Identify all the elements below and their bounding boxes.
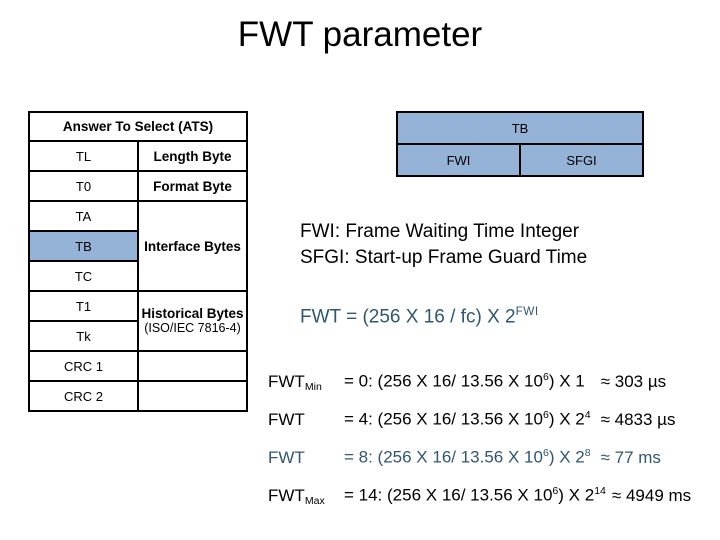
definition-fwi: FWI: Frame Waiting Time Integer (300, 221, 580, 242)
equation-body-pre: = 0: (256 X 16/ 13.56 X 10 (344, 371, 543, 391)
table-row: CRC 1 (28, 350, 248, 382)
table-row: T0 Format Byte (28, 170, 248, 202)
tb-table-header: TB (396, 111, 644, 145)
table-row: FWI SFGI (396, 143, 644, 177)
equation-body-post: ) X 2 (548, 447, 585, 467)
historical-bytes-line2: (ISO/IEC 7816-4) (144, 321, 241, 335)
table-row-header: TB (396, 111, 644, 145)
table-row: CRC 2 (28, 380, 248, 412)
equation-body-pre: = 14: (256 X 16/ 13.56 X 10 (344, 485, 553, 505)
ats-historical-bytes-cell: Historical Bytes (ISO/IEC 7816-4) (137, 290, 248, 352)
equation-subscript: Min (304, 380, 322, 393)
equation-body-pre: = 4: (256 X 16/ 13.56 X 10 (344, 409, 543, 429)
equation-body-pre: = 8: (256 X 16/ 13.56 X 10 (344, 447, 543, 467)
ats-interface-bytes-cell: Interface Bytes (137, 200, 248, 292)
definitions-block: FWI: Frame Waiting Time Integer SFGI: St… (300, 219, 587, 271)
equation-label: FWT (268, 409, 305, 429)
equation-body-post: ) X 1 (548, 371, 585, 391)
ats-row-label-tc: TC (28, 260, 139, 292)
equation-row-max: FWTMax = 14: (256 X 16/ 13.56 X 106) X 2… (268, 485, 708, 523)
ats-row-value-tl: Length Byte (137, 140, 248, 172)
table-row: T1 Historical Bytes (ISO/IEC 7816-4) (28, 290, 248, 352)
ats-row-label-t1: T1 (28, 290, 139, 322)
table-row: TA Interface Bytes (28, 200, 248, 292)
equation-name-min: FWTMin (268, 371, 344, 393)
equation-body-post: ) X 2 (548, 409, 585, 429)
equation-body-sup2: 14 (594, 485, 606, 497)
equation-result-8: ≈ 77 ms (600, 447, 661, 467)
ats-row-value-crc1 (137, 350, 248, 382)
equation-result-max: ≈ 4949 ms (611, 485, 692, 505)
ats-table-header: Answer To Select (ATS) (28, 111, 248, 142)
equation-label: FWT (268, 447, 305, 467)
tb-table: TB FWI SFGI (396, 111, 644, 177)
equation-body-post: ) X 2 (558, 485, 595, 505)
fwt-formula-exponent: FWI (515, 305, 539, 318)
ats-row-label-crc1: CRC 1 (28, 350, 139, 382)
equation-name-8: FWT (268, 448, 344, 468)
table-row-header: Answer To Select (ATS) (28, 111, 248, 142)
tb-cell-fwi: FWI (396, 143, 521, 177)
equation-row-8: FWT = 8: (256 X 16/ 13.56 X 106) X 28 ≈ … (268, 447, 708, 485)
ats-row-label-tl: TL (28, 140, 139, 172)
historical-bytes-line1: Historical Bytes (141, 306, 244, 321)
page-title: FWT parameter (237, 15, 483, 54)
ats-table: Answer To Select (ATS) TL Length Byte T0… (28, 111, 248, 412)
equation-body-4: = 4: (256 X 16/ 13.56 X 106) X 24 (344, 409, 591, 430)
equation-name-max: FWTMax (268, 485, 344, 507)
definition-sfgi: SFGI: Start-up Frame Guard Time (300, 247, 588, 268)
ats-row-label-tk: Tk (28, 320, 139, 352)
equations-block: FWTMin = 0: (256 X 16/ 13.56 X 106) X 1 … (268, 371, 708, 523)
equation-name-4: FWT (268, 410, 344, 430)
equation-label: FWT (268, 485, 305, 505)
equation-body-min: = 0: (256 X 16/ 13.56 X 106) X 1 (344, 371, 585, 392)
table-row: TL Length Byte (28, 140, 248, 172)
equation-row-4: FWT = 4: (256 X 16/ 13.56 X 106) X 24 ≈ … (268, 409, 708, 447)
equation-body-max: = 14: (256 X 16/ 13.56 X 106) X 214 (344, 485, 606, 506)
tb-cell-sfgi: SFGI (519, 143, 644, 177)
equation-row-min: FWTMin = 0: (256 X 16/ 13.56 X 106) X 1 … (268, 371, 708, 409)
equation-result-4: ≈ 4833 µs (600, 409, 676, 429)
fwt-formula: FWT = (256 X 16 / fc) X 2FWI (300, 300, 539, 329)
ats-row-label-tb: TB (28, 230, 139, 262)
equation-label: FWT (268, 371, 305, 391)
equation-result-min: ≈ 303 µs (600, 371, 667, 391)
equation-body-8: = 8: (256 X 16/ 13.56 X 106) X 28 (344, 447, 591, 468)
ats-row-value-crc2 (137, 380, 248, 412)
equation-subscript: Max (304, 494, 325, 507)
ats-row-label-ta: TA (28, 200, 139, 232)
ats-row-value-t0: Format Byte (137, 170, 248, 202)
fwt-formula-base: FWT = (256 X 16 / fc) X 2 (300, 306, 516, 328)
ats-row-label-crc2: CRC 2 (28, 380, 139, 412)
ats-row-label-t0: T0 (28, 170, 139, 202)
